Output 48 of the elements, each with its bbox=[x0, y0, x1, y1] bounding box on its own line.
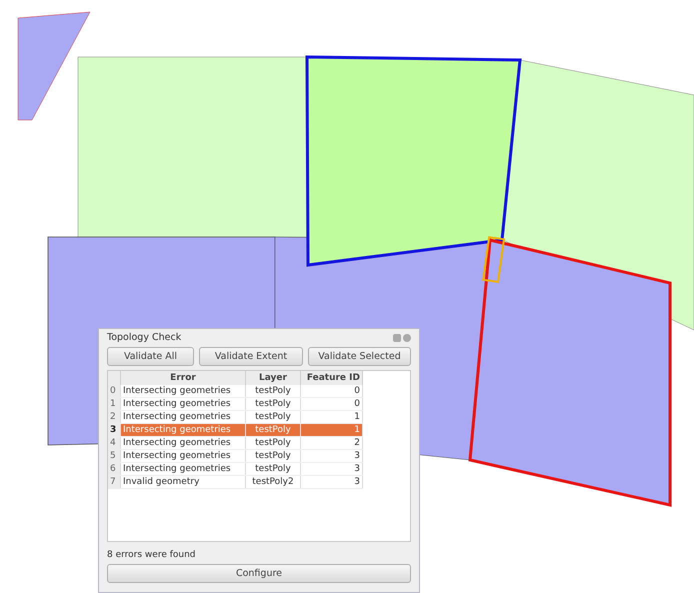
row-number: 5 bbox=[108, 450, 120, 462]
table-cell: 2 bbox=[300, 436, 362, 450]
table-cell: 3 bbox=[300, 450, 362, 462]
panel-title: Topology Check bbox=[107, 332, 182, 343]
table-cell: Intersecting geometries bbox=[120, 450, 246, 462]
table-cell: 3 bbox=[300, 476, 362, 488]
table-row[interactable]: 4 Intersecting geometries testPoly 2 bbox=[108, 436, 362, 450]
table-row[interactable]: 7 Invalid geometry testPoly2 3 bbox=[108, 476, 362, 488]
table-cell: Intersecting geometries bbox=[120, 436, 246, 450]
table-cell: testPoly2 bbox=[246, 476, 300, 488]
float-icon[interactable] bbox=[393, 334, 401, 342]
table-cell: 0 bbox=[300, 398, 362, 410]
close-icon[interactable] bbox=[403, 334, 411, 342]
table-cell: testPoly bbox=[246, 436, 300, 450]
row-number: 1 bbox=[108, 398, 120, 410]
error-marker bbox=[482, 236, 506, 284]
column-header[interactable]: Error bbox=[120, 371, 246, 385]
table-row[interactable]: 5 Intersecting geometries testPoly 3 bbox=[108, 450, 362, 462]
table-row[interactable]: 6 Intersecting geometries testPoly 3 bbox=[108, 462, 362, 476]
table-cell: Intersecting geometries bbox=[120, 385, 246, 398]
configure-button[interactable]: Configure bbox=[107, 564, 411, 583]
row-number: 4 bbox=[108, 436, 120, 450]
column-header[interactable]: Layer bbox=[246, 371, 300, 385]
column-header[interactable]: Feature ID bbox=[300, 371, 362, 385]
table-cell: testPoly bbox=[246, 450, 300, 462]
status-text: 8 errors were found bbox=[107, 550, 197, 560]
row-number: 3 bbox=[108, 424, 120, 436]
table-row[interactable]: 0 Intersecting geometries testPoly 0 bbox=[108, 385, 362, 398]
table-cell: 0 bbox=[300, 385, 362, 398]
table-cell: Intersecting geometries bbox=[120, 424, 246, 436]
table-cell: testPoly bbox=[246, 385, 300, 398]
row-number: 0 bbox=[108, 385, 120, 398]
row-number: 2 bbox=[108, 410, 120, 424]
table-row[interactable]: 3 Intersecting geometries testPoly 1 bbox=[108, 424, 362, 436]
validate-button[interactable]: Validate All bbox=[107, 347, 194, 366]
table-cell: Intersecting geometries bbox=[120, 398, 246, 410]
validate-button[interactable]: Validate Extent bbox=[199, 347, 303, 366]
table-cell: Intersecting geometries bbox=[120, 462, 246, 476]
table-cell: Invalid geometry bbox=[120, 476, 246, 488]
table-cell: testPoly bbox=[246, 462, 300, 476]
table-cell: testPoly bbox=[246, 424, 300, 436]
table-cell: 3 bbox=[300, 462, 362, 476]
row-number: 7 bbox=[108, 476, 120, 488]
table-cell: 1 bbox=[300, 424, 362, 436]
table-cell: testPoly bbox=[246, 398, 300, 410]
validate-button[interactable]: Validate Selected bbox=[308, 347, 411, 366]
row-number: 6 bbox=[108, 462, 120, 476]
table-row[interactable]: 1 Intersecting geometries testPoly 0 bbox=[108, 398, 362, 410]
